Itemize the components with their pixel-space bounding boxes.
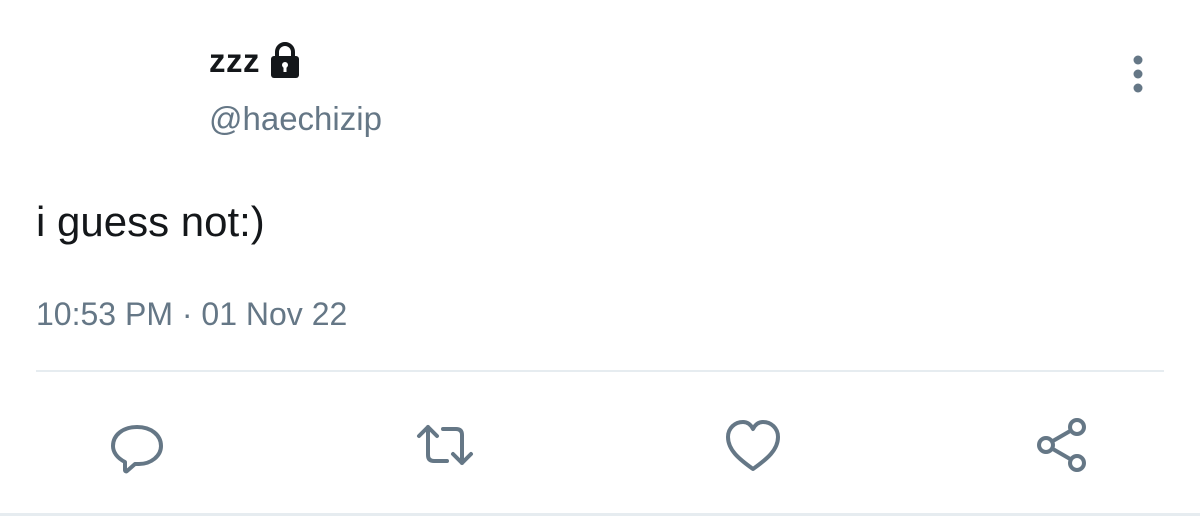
like-button[interactable] xyxy=(713,405,793,485)
reply-button[interactable] xyxy=(97,405,177,485)
more-vertical-icon xyxy=(1133,55,1143,93)
retweet-button[interactable] xyxy=(405,405,485,485)
lock-icon xyxy=(268,42,302,80)
tweet-text: i guess not:) xyxy=(36,198,265,245)
bottom-divider xyxy=(0,513,1200,516)
heart-icon xyxy=(726,420,780,471)
more-options-button[interactable] xyxy=(1118,50,1158,98)
tweet-timestamp[interactable]: 10:53 PM · 01 Nov 22 xyxy=(36,296,347,333)
share-icon xyxy=(1037,418,1086,472)
share-button[interactable] xyxy=(1022,405,1102,485)
tweet-detail: zzz @haechizip i guess not:) 10:53 PM · … xyxy=(0,0,1200,531)
author-display-name[interactable]: zzz xyxy=(209,42,260,80)
action-bar xyxy=(0,405,1200,485)
author-name-row[interactable]: zzz xyxy=(209,40,302,82)
divider xyxy=(36,370,1164,372)
reply-icon xyxy=(111,425,163,474)
retweet-icon xyxy=(417,425,473,465)
author-handle[interactable]: @haechizip xyxy=(209,100,382,138)
